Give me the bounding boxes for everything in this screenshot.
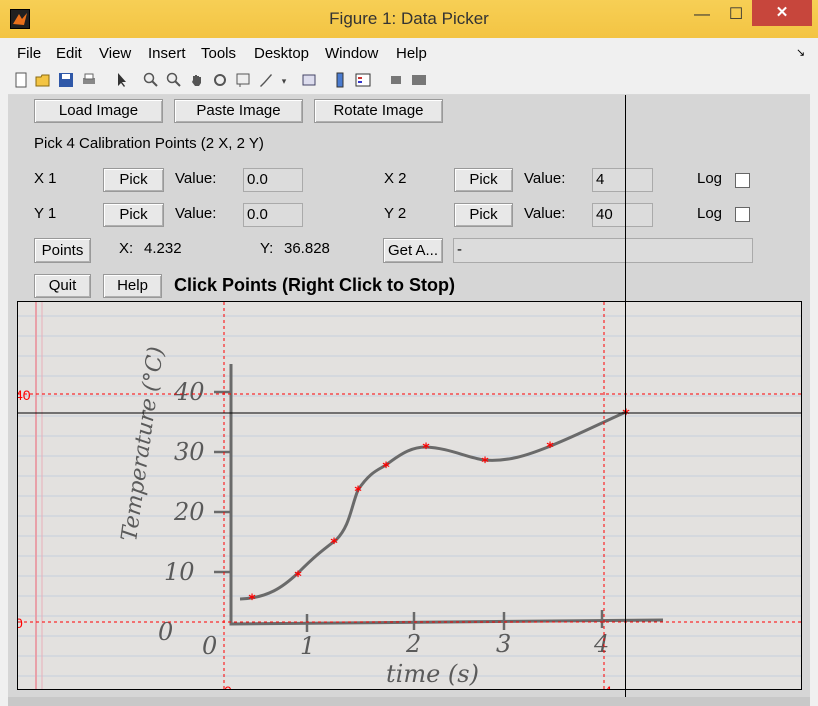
- y-calib-label-40: 40: [18, 387, 31, 403]
- hand-xlabel: time (s): [386, 660, 479, 688]
- get-axes-button[interactable]: Get A...: [383, 238, 443, 263]
- hand-xtick-3: 3: [496, 630, 511, 658]
- picked-point: *: [622, 407, 630, 423]
- hand-ytick-40: 40: [173, 378, 205, 406]
- crosshair-vertical: [625, 95, 626, 697]
- x2-value-field[interactable]: 4: [592, 168, 653, 192]
- open-file-icon[interactable]: [34, 72, 52, 90]
- picked-point: *: [354, 484, 362, 500]
- x-log-label: Log: [697, 170, 723, 187]
- x2-value-label: Value:: [524, 170, 566, 187]
- hand-ytick-30: 30: [174, 438, 205, 466]
- notebook-image: 40 30 20 10 0 0 1 2 3 4 time (s) Tempera…: [18, 302, 801, 690]
- y2-value-field[interactable]: 40: [592, 203, 653, 227]
- hide-plot-tools-icon[interactable]: [387, 72, 405, 90]
- menu-insert[interactable]: Insert: [148, 45, 186, 62]
- picked-point: *: [422, 441, 430, 457]
- colorbar-icon[interactable]: [331, 72, 349, 90]
- menu-view[interactable]: View: [99, 45, 131, 62]
- link-plot-icon[interactable]: [300, 72, 318, 90]
- data-cursor-icon[interactable]: [234, 72, 252, 90]
- new-figure-icon[interactable]: [12, 72, 30, 90]
- close-button[interactable]: ✕: [752, 0, 812, 26]
- x-coord-label: X:: [119, 240, 134, 257]
- y2-pick-button[interactable]: Pick: [454, 203, 513, 227]
- y1-label: Y 1: [34, 205, 57, 222]
- y-calib-label-0: 0: [18, 615, 23, 631]
- taskbar-strip: [8, 697, 810, 706]
- menu-tools[interactable]: Tools: [201, 45, 236, 62]
- y-coord-label: Y:: [260, 240, 274, 257]
- y2-label: Y 2: [384, 205, 407, 222]
- menu-desktop[interactable]: Desktop: [254, 45, 309, 62]
- zoom-in-icon[interactable]: [142, 72, 160, 90]
- x1-value-label: Value:: [175, 170, 217, 187]
- brush-icon[interactable]: [257, 72, 275, 90]
- y1-pick-button[interactable]: Pick: [103, 203, 164, 227]
- maximize-button[interactable]: ☐: [722, 4, 750, 26]
- zoom-out-icon[interactable]: [165, 72, 183, 90]
- x-calib-label-4: 4: [604, 683, 612, 690]
- x-log-checkbox[interactable]: [735, 173, 750, 188]
- pointer-icon[interactable]: [113, 72, 131, 90]
- print-icon[interactable]: [80, 72, 98, 90]
- picked-point: *: [294, 569, 302, 585]
- quit-button[interactable]: Quit: [34, 274, 91, 298]
- status-message: Click Points (Right Click to Stop): [174, 275, 456, 295]
- rotate-image-button[interactable]: Rotate Image: [314, 99, 443, 123]
- picked-point: *: [330, 536, 338, 552]
- hand-xtick-1: 1: [300, 632, 315, 660]
- menu-help[interactable]: Help: [396, 45, 427, 62]
- minimize-button[interactable]: —: [688, 4, 716, 26]
- y2-value-label: Value:: [524, 205, 566, 222]
- menu-dock-arrow-icon[interactable]: ↘: [796, 46, 805, 59]
- y1-value-label: Value:: [175, 205, 217, 222]
- hand-ytick-20: 20: [173, 498, 205, 526]
- picked-point: *: [248, 592, 256, 608]
- y-coord-value: 36.828: [284, 240, 330, 257]
- menu-window[interactable]: Window: [325, 45, 378, 62]
- hand-xtick-0: 0: [202, 632, 217, 660]
- hand-xtick-4: 4: [593, 630, 609, 658]
- y-log-checkbox[interactable]: [735, 207, 750, 222]
- x1-value-field[interactable]: 0.0: [243, 168, 303, 192]
- x-coord-value: 4.232: [144, 240, 182, 257]
- rotate-3d-icon[interactable]: [211, 72, 229, 90]
- image-axes[interactable]: 40 30 20 10 0 0 1 2 3 4 time (s) Tempera…: [17, 301, 802, 690]
- x1-label: X 1: [34, 170, 57, 187]
- get-axes-field[interactable]: -: [453, 238, 753, 263]
- menu-file[interactable]: File: [17, 45, 41, 62]
- x-calib-label-0: 0: [224, 683, 232, 690]
- legend-icon[interactable]: [354, 72, 372, 90]
- load-image-button[interactable]: Load Image: [34, 99, 163, 123]
- hand-ytick-10: 10: [164, 558, 195, 586]
- y-log-label: Log: [697, 205, 723, 222]
- points-button[interactable]: Points: [34, 238, 91, 263]
- picked-point: *: [481, 455, 489, 471]
- hand-xtick-2: 2: [405, 630, 421, 658]
- save-icon[interactable]: [57, 72, 75, 90]
- menu-edit[interactable]: Edit: [56, 45, 82, 62]
- pan-hand-icon[interactable]: [188, 72, 206, 90]
- calibration-heading: Pick 4 Calibration Points (2 X, 2 Y): [34, 135, 264, 152]
- x1-pick-button[interactable]: Pick: [103, 168, 164, 192]
- help-button[interactable]: Help: [103, 274, 162, 298]
- picked-point: *: [546, 440, 554, 456]
- x2-pick-button[interactable]: Pick: [454, 168, 513, 192]
- brush-dropdown-icon[interactable]: ▾: [275, 72, 293, 90]
- y1-value-field[interactable]: 0.0: [243, 203, 303, 227]
- show-plot-tools-icon[interactable]: [410, 72, 428, 90]
- picked-point: *: [382, 460, 390, 476]
- x2-label: X 2: [384, 170, 407, 187]
- paste-image-button[interactable]: Paste Image: [174, 99, 303, 123]
